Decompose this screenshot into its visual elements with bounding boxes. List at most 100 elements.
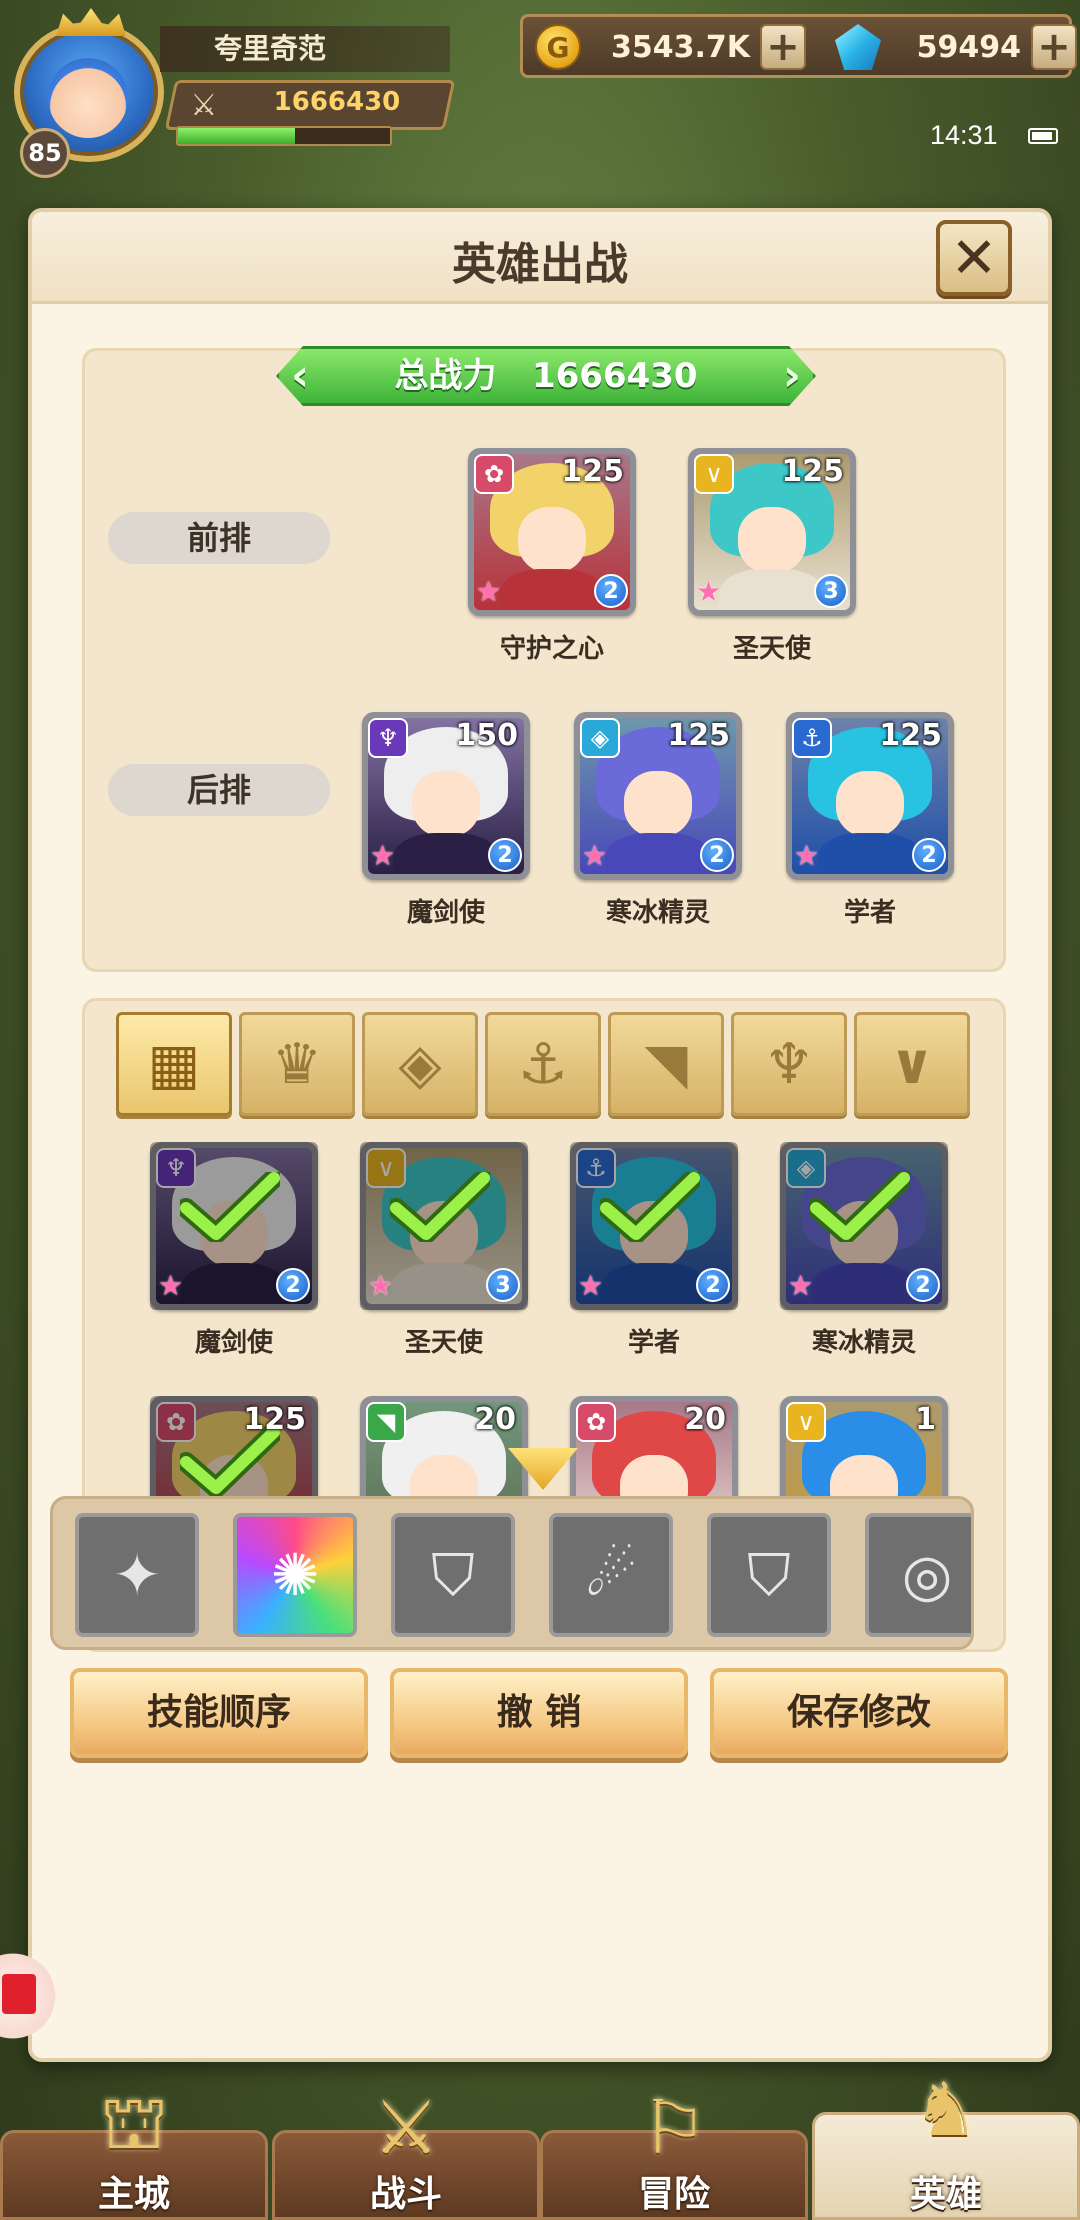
chevron-left-icon: ‹ — [291, 350, 310, 401]
hero-level: 125 — [667, 718, 730, 753]
rainbow-star-icon: ★ — [794, 839, 820, 872]
hero-name: 寒冰精灵 — [605, 898, 710, 928]
filter-tab[interactable]: ⚓ — [485, 1012, 601, 1116]
dialog-title: 英雄出战 — [452, 239, 628, 290]
filter-tab[interactable]: ▦ — [116, 1012, 232, 1116]
nav-label: 战斗 — [369, 2174, 442, 2215]
chevron-icon: ∨ — [694, 454, 734, 494]
comet-icon: ☄ — [585, 1541, 637, 1609]
hero-card[interactable]: ◈ ★ 2 — [780, 1142, 948, 1310]
hero-name: 圣天使 — [404, 1328, 483, 1358]
filter-tab[interactable]: ∨ — [854, 1012, 970, 1116]
hero-card[interactable]: ♆ 150 ★ 2 — [362, 712, 530, 880]
nav-tab[interactable]: ⛫ 主城 — [0, 2080, 268, 2220]
gem-amount: 59494 — [916, 29, 1021, 65]
crossed-swords-icon: ⚔ — [190, 88, 218, 123]
status-clock: 14:31 — [930, 120, 998, 150]
skill-order-button[interactable]: 技能顺序 — [70, 1668, 368, 1758]
back-row-label: 后排 — [108, 764, 330, 816]
add-gems-button[interactable]: + — [1031, 24, 1077, 70]
hero-face — [835, 771, 905, 837]
gem-icon — [835, 24, 881, 70]
filter-tab[interactable]: ◈ — [362, 1012, 478, 1116]
nav-tab[interactable]: ⚔ 战斗 — [272, 2085, 540, 2220]
filter-tab[interactable]: ♛ — [239, 1012, 355, 1116]
hero-tier: 2 — [276, 1268, 310, 1302]
player-level-badge: 85 — [20, 128, 70, 178]
rainbow-star-icon: ★ — [788, 1269, 814, 1302]
nav-label: 冒险 — [637, 2174, 710, 2215]
hero-face — [411, 771, 481, 837]
chevron-icon: ∨ — [786, 1402, 826, 1442]
gift-icon — [2, 1974, 36, 2014]
rainbow-star-icon: ★ — [476, 575, 502, 608]
hero-name: 学者 — [627, 1328, 680, 1358]
hero-level: 125 — [879, 718, 942, 753]
resource-bar: G 3543.7K + 59494 + — [520, 14, 1077, 78]
nav-tab[interactable]: ⚐ 冒险 — [540, 2085, 808, 2220]
grid-icon: ▦ — [147, 1031, 201, 1097]
skill-slot[interactable]: ✺ — [233, 1513, 357, 1637]
crown-leaf-icon: ♛ — [271, 1031, 323, 1097]
player-avatar[interactable]: 85 — [6, 8, 174, 178]
anchor-icon: ⚓ — [792, 718, 832, 758]
hero-name: 圣天使 — [732, 634, 811, 664]
diamond-icon: ◈ — [398, 1031, 442, 1097]
rainbow-star-icon: ★ — [158, 1269, 184, 1302]
player-power-plate: ⚔ 1666430 — [164, 80, 456, 130]
dragon-head-icon: ◥ — [644, 1031, 688, 1097]
rainbow-star-icon: ★ — [368, 1269, 394, 1302]
nav-tab[interactable]: ♞ 英雄 — [812, 2067, 1080, 2220]
hero-card[interactable]: ♆ ★ 2 — [150, 1142, 318, 1310]
hero-deploy-dialog: 英雄出战 ✕ ‹ 总战力 1666430 › 前排 后排 ✿ 125 ★ 2 守护之心 ∨… — [28, 208, 1052, 2062]
dragon-head-icon: ◥ — [366, 1402, 406, 1442]
hero-body — [392, 833, 500, 874]
hero-level: 125 — [243, 1402, 306, 1437]
hero-card[interactable]: ✿ 125 ★ 2 — [468, 448, 636, 616]
wing-shield-icon: ✦ — [112, 1541, 162, 1609]
crest-shield-dark-icon: ⛉ — [747, 1540, 791, 1609]
rainbow-star-icon: ★ — [370, 839, 396, 872]
total-power-label: 总战力 — [394, 356, 497, 396]
hero-face — [517, 507, 587, 573]
close-button[interactable]: ✕ — [936, 220, 1012, 296]
undo-button[interactable]: 撤 销 — [390, 1668, 688, 1758]
hero-name: 守护之心 — [499, 634, 604, 664]
gift-shortcut[interactable] — [0, 1948, 64, 2044]
hero-tier: 2 — [912, 838, 946, 872]
hero-tier: 3 — [486, 1268, 520, 1302]
chevron-right-icon: › — [782, 350, 801, 401]
skill-slot[interactable]: ⛉ — [391, 1513, 515, 1637]
exp-bar — [176, 126, 392, 146]
skill-slot[interactable]: ✦ — [75, 1513, 199, 1637]
hero-card[interactable]: ⚓ 125 ★ 2 — [786, 712, 954, 880]
skill-panel: ✦ ✺ ⛉ ☄ ⛉ ◎ — [50, 1496, 974, 1650]
hero-card[interactable]: ∨ ★ 3 — [360, 1142, 528, 1310]
close-icon: ✕ — [950, 225, 998, 291]
horns-icon: ♆ — [763, 1031, 815, 1097]
chevron-icon: ∨ — [889, 1031, 935, 1097]
hero-card[interactable]: ∨ 125 ★ 3 — [688, 448, 856, 616]
hero-name: 学者 — [843, 898, 896, 928]
exp-bar-fill — [178, 128, 295, 144]
skill-slot[interactable]: ☄ — [549, 1513, 673, 1637]
gold-resource: G 3543.7K + — [535, 23, 807, 71]
flame-icon: ✿ — [576, 1402, 616, 1442]
bottom-nav: ⛫ 主城 ⚔ 战斗 ⚐ 冒险 ♞ 英雄 — [0, 2067, 1080, 2220]
skill-slot[interactable]: ◎ — [865, 1513, 971, 1637]
battery-icon — [1028, 128, 1058, 144]
skill-slot[interactable]: ⛉ — [707, 1513, 831, 1637]
hero-card[interactable]: ◈ 125 ★ 2 — [574, 712, 742, 880]
hero-card[interactable]: ⚓ ★ 2 — [570, 1142, 738, 1310]
total-power-banner: ‹ 总战力 1666430 › — [276, 346, 816, 406]
filter-tab[interactable]: ◥ — [608, 1012, 724, 1116]
rainbow-star-icon: ★ — [578, 1269, 604, 1302]
player-level: 85 — [28, 139, 62, 167]
hero-level: 125 — [781, 454, 844, 489]
front-row-label: 前排 — [108, 512, 330, 564]
filter-tab[interactable]: ♆ — [731, 1012, 847, 1116]
add-gold-button[interactable]: + — [760, 24, 807, 70]
hero-tier: 2 — [488, 838, 522, 872]
hero-name: 魔剑使 — [406, 898, 485, 928]
save-changes-button[interactable]: 保存修改 — [710, 1668, 1008, 1758]
